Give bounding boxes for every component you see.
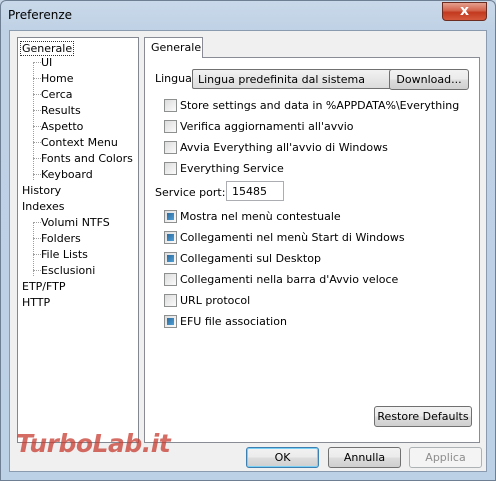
- tree-item-http[interactable]: HTTP: [22, 295, 50, 310]
- service-port-input[interactable]: 15485: [226, 181, 284, 201]
- watermark-logo: TurboLab.it: [16, 429, 171, 458]
- language-select-value: Lingua predefinita dal sistema: [198, 73, 365, 86]
- preferences-tree[interactable]: Generale UI Home Cerca Results Aspetto C…: [17, 37, 139, 443]
- tree-item-esclusioni[interactable]: Esclusioni: [41, 263, 95, 278]
- tree-item-ui[interactable]: UI: [41, 55, 52, 70]
- tree-connector: [33, 62, 34, 180]
- tree-connector: [33, 222, 41, 223]
- service-port-value: 15485: [232, 185, 267, 198]
- checkbox[interactable]: [164, 162, 177, 175]
- apply-button[interactable]: Applica: [409, 447, 482, 468]
- option-label: Everything Service: [180, 162, 284, 175]
- option-label: Store settings and data in %APPDATA%\Eve…: [180, 99, 460, 112]
- checkbox[interactable]: [164, 231, 177, 244]
- tree-item-results[interactable]: Results: [41, 103, 81, 118]
- option-label: Collegamenti nel menù Start di Windows: [180, 231, 405, 244]
- tab-label: Generale: [151, 41, 202, 54]
- tree-item-file-lists[interactable]: File Lists: [41, 247, 88, 262]
- tree-connector: [33, 222, 34, 276]
- tree-item-keyboard[interactable]: Keyboard: [41, 167, 93, 182]
- close-icon: x: [459, 3, 470, 19]
- tree-connector: [33, 142, 41, 143]
- checkbox[interactable]: [164, 273, 177, 286]
- language-select[interactable]: Lingua predefinita dal sistema: [192, 69, 405, 89]
- option-label: URL protocol: [180, 294, 251, 307]
- tree-connector: [33, 126, 41, 127]
- cancel-button[interactable]: Annulla: [328, 447, 401, 468]
- option-label: Avvia Everything all'avvio di Windows: [180, 141, 388, 154]
- checkbox[interactable]: [164, 99, 177, 112]
- dialog-client: Generale UI Home Cerca Results Aspetto C…: [9, 30, 487, 472]
- restore-defaults-button[interactable]: Restore Defaults: [374, 406, 472, 427]
- checkbox[interactable]: [164, 141, 177, 154]
- tree-item-volumi-ntfs[interactable]: Volumi NTFS: [41, 215, 110, 230]
- tree-item-etp-ftp[interactable]: ETP/FTP: [22, 279, 66, 294]
- tree-connector: [33, 62, 41, 63]
- tree-connector: [33, 94, 41, 95]
- tree-connector: [33, 78, 41, 79]
- tree-item-indexes[interactable]: Indexes: [22, 199, 64, 214]
- language-label: Lingua: [155, 72, 192, 85]
- option-label: Verifica aggiornamenti all'avvio: [180, 120, 354, 133]
- option-label: EFU file association: [180, 315, 287, 328]
- close-button[interactable]: x: [442, 2, 487, 21]
- option-label: Collegamenti sul Desktop: [180, 252, 321, 265]
- tree-item-generale[interactable]: Generale: [20, 41, 75, 56]
- window-title: Preferenze: [8, 8, 73, 22]
- general-panel: Lingua Lingua predefinita dal sistema Do…: [144, 57, 480, 443]
- tree-connector: [33, 174, 41, 175]
- tab-generale[interactable]: Generale: [144, 37, 203, 58]
- preferences-window: Preferenze x Generale UI Home Cerca Resu…: [0, 0, 496, 481]
- tree-connector: [33, 270, 41, 271]
- tree-connector: [33, 254, 41, 255]
- checkbox[interactable]: [164, 210, 177, 223]
- checkbox[interactable]: [164, 294, 177, 307]
- option-label: Mostra nel menù contestuale: [180, 210, 341, 223]
- tree-connector: [33, 158, 41, 159]
- checkbox[interactable]: [164, 252, 177, 265]
- tree-item-aspetto[interactable]: Aspetto: [41, 119, 83, 134]
- tree-connector: [33, 110, 41, 111]
- checkbox[interactable]: [164, 120, 177, 133]
- ok-button[interactable]: OK: [246, 447, 319, 468]
- option-label: Collegamenti nella barra d'Avvio veloce: [180, 273, 399, 286]
- tree-item-fonts-and-colors[interactable]: Fonts and Colors: [41, 151, 133, 166]
- tree-item-folders[interactable]: Folders: [41, 231, 81, 246]
- tree-item-context-menu[interactable]: Context Menu: [41, 135, 118, 150]
- tree-item-cerca[interactable]: Cerca: [41, 87, 73, 102]
- tree-item-home[interactable]: Home: [41, 71, 73, 86]
- tree-item-history[interactable]: History: [22, 183, 61, 198]
- download-button[interactable]: Download...: [389, 69, 469, 90]
- checkbox[interactable]: [164, 315, 177, 328]
- tree-connector: [33, 238, 41, 239]
- service-port-label: Service port:: [155, 186, 226, 199]
